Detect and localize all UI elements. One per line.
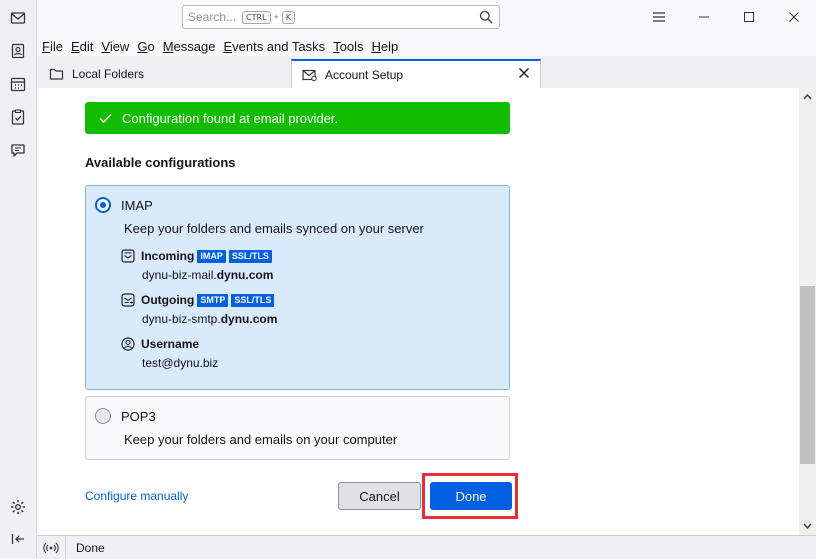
tab-local-folders[interactable]: Local Folders xyxy=(37,60,289,88)
online-status-icon[interactable] xyxy=(37,536,66,559)
outgoing-hostname: dynu-biz-smtp.dynu.com xyxy=(142,312,277,326)
imap-option[interactable]: IMAP Keep your folders and emails synced… xyxy=(85,185,510,390)
outgoing-server-icon xyxy=(121,293,135,307)
chat-icon[interactable] xyxy=(8,140,28,160)
incoming-host-prefix: dynu-biz-mail. xyxy=(142,268,217,282)
vertical-scrollbar[interactable] xyxy=(799,88,816,535)
outgoing-host-prefix: dynu-biz-smtp. xyxy=(142,312,221,326)
tasks-icon[interactable] xyxy=(8,107,28,127)
incoming-label: Incoming xyxy=(141,249,195,263)
tab-local-folders-label: Local Folders xyxy=(72,67,145,81)
menu-events-and-tasks[interactable]: Events and Tasks xyxy=(223,39,325,54)
search-input[interactable]: Search... CTRL + K xyxy=(182,5,500,29)
minimize-icon[interactable] xyxy=(681,0,726,34)
calendar-icon[interactable] xyxy=(8,74,28,94)
scroll-down-icon[interactable] xyxy=(799,519,816,533)
pop3-option[interactable]: POP3 Keep your folders and emails on you… xyxy=(85,396,510,460)
tab-bar: Local Folders Account Setup xyxy=(37,56,816,89)
imap-radio[interactable] xyxy=(95,197,111,213)
menu-tools[interactable]: Tools xyxy=(333,39,363,54)
checkmark-icon xyxy=(99,113,112,124)
menu-edit[interactable]: Edit xyxy=(71,39,93,54)
pop3-radio[interactable] xyxy=(95,408,111,424)
incoming-host-domain: dynu.com xyxy=(216,268,274,282)
mail-icon[interactable] xyxy=(8,8,28,28)
username-label: Username xyxy=(141,337,200,351)
incoming-security-badge: SSL/TLS xyxy=(228,249,272,263)
app-menu-icon[interactable] xyxy=(636,0,681,34)
status-bar: Done xyxy=(37,535,816,559)
status-text: Done xyxy=(76,540,105,555)
settings-gear-icon[interactable] xyxy=(8,497,28,517)
outgoing-label: Outgoing xyxy=(141,293,195,307)
menu-file[interactable]: File xyxy=(42,39,63,54)
tab-account-setup-label: Account Setup xyxy=(325,68,404,82)
window-controls xyxy=(636,0,816,34)
address-book-icon[interactable] xyxy=(8,41,28,61)
account-setup-icon xyxy=(302,68,317,82)
folder-icon xyxy=(49,67,64,81)
search-placeholder: Search... xyxy=(188,10,237,24)
incoming-server: Incoming IMAP SSL/TLS dynu-biz-mail.dynu… xyxy=(121,249,273,282)
menu-bar: File Edit View Go Message Events and Tas… xyxy=(37,36,816,56)
pop3-title: POP3 xyxy=(121,409,156,424)
incoming-hostname: dynu-biz-mail.dynu.com xyxy=(142,268,273,282)
incoming-server-icon xyxy=(121,249,135,263)
outgoing-protocol-badge: SMTP xyxy=(197,293,229,307)
outgoing-security-badge: SSL/TLS xyxy=(231,293,275,307)
username-value: test@dynu.biz xyxy=(142,356,219,370)
configure-manually-link[interactable]: Configure manually xyxy=(85,489,188,503)
menu-go[interactable]: Go xyxy=(137,39,154,54)
notification-text: Configuration found at email provider. xyxy=(122,110,339,126)
shortcut-key-ctrl: CTRL xyxy=(242,10,271,24)
scrollbar-thumb[interactable] xyxy=(800,286,815,464)
imap-title: IMAP xyxy=(121,198,153,213)
title-bar: Search... CTRL + K xyxy=(37,0,816,36)
spaces-toolbar xyxy=(0,0,37,558)
pop3-description: Keep your folders and emails on your com… xyxy=(124,432,398,447)
outgoing-host-domain: dynu.com xyxy=(220,312,278,326)
maximize-icon[interactable] xyxy=(726,0,771,34)
username-row: Username test@dynu.biz xyxy=(121,337,218,370)
scroll-up-icon[interactable] xyxy=(799,90,816,104)
incoming-protocol-badge: IMAP xyxy=(197,249,226,263)
menu-view[interactable]: View xyxy=(101,39,129,54)
collapse-toolbar-icon[interactable] xyxy=(8,529,28,549)
user-icon xyxy=(121,337,135,351)
account-setup-panel: Configuration found at email provider. A… xyxy=(37,88,799,535)
menu-message[interactable]: Message xyxy=(163,39,216,54)
close-window-icon[interactable] xyxy=(771,0,816,34)
shortcut-plus: + xyxy=(273,12,279,22)
imap-description: Keep your folders and emails synced on y… xyxy=(124,221,424,236)
available-configurations-heading: Available configurations xyxy=(85,155,236,170)
close-tab-icon[interactable] xyxy=(518,67,530,82)
success-notification: Configuration found at email provider. xyxy=(85,102,510,134)
done-button[interactable]: Done xyxy=(430,482,512,510)
shortcut-key-k: K xyxy=(281,10,296,24)
tab-account-setup[interactable]: Account Setup xyxy=(291,59,541,89)
menu-help[interactable]: Help xyxy=(371,39,398,54)
cancel-button[interactable]: Cancel xyxy=(338,482,421,510)
outgoing-server: Outgoing SMTP SSL/TLS dynu-biz-smtp.dynu… xyxy=(121,293,277,326)
search-icon[interactable] xyxy=(479,10,493,27)
